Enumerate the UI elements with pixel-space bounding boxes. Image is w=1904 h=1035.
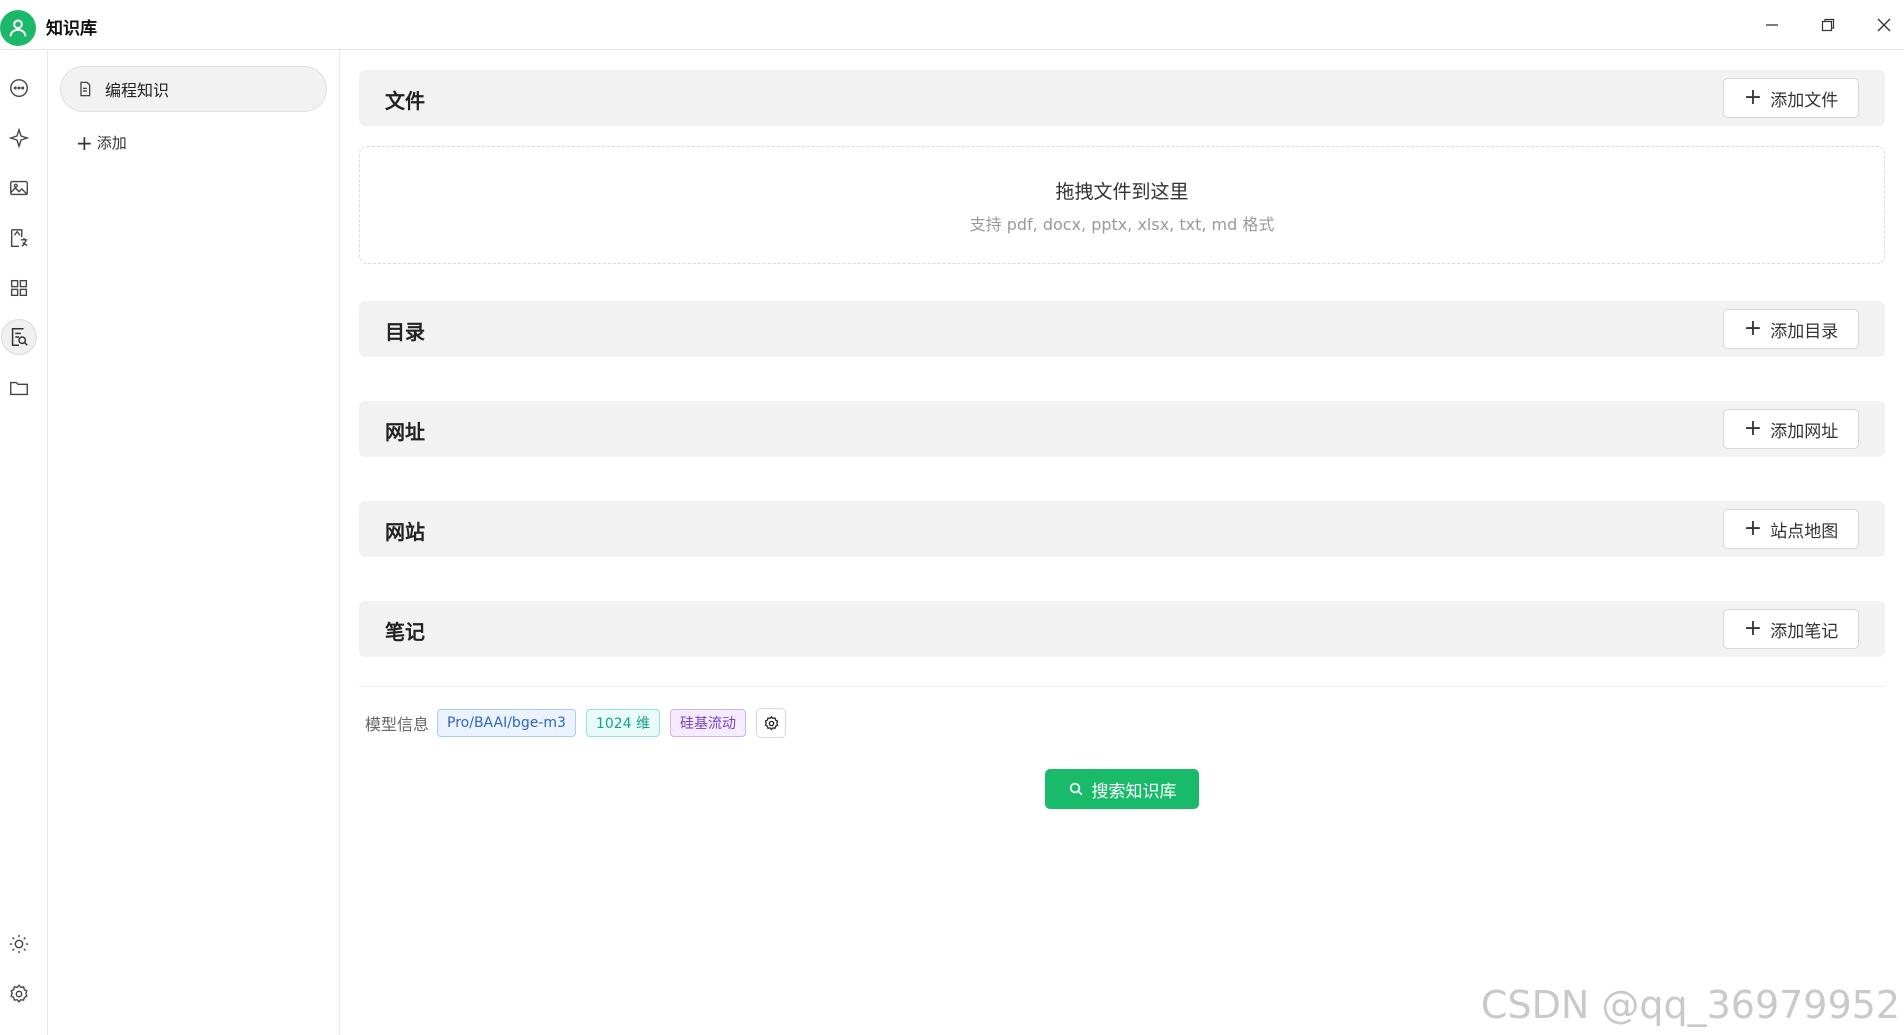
search-icon	[1069, 782, 1082, 796]
rail-item-knowledge[interactable]	[1, 319, 37, 355]
chat-icon	[10, 79, 28, 97]
add-kb-label: 添加	[96, 134, 127, 152]
add-knowledge-base-button[interactable]: + 添加	[76, 132, 127, 153]
search-button-label: 搜索知识库	[1091, 781, 1177, 802]
rail-item-settings[interactable]	[1, 976, 37, 1012]
section-title: 网址	[385, 420, 425, 444]
rail-item-image[interactable]	[1, 170, 37, 206]
rail-item-translate[interactable]	[1, 220, 37, 256]
section-title: 文件	[385, 89, 425, 113]
dropzone-subtitle: 支持 pdf, docx, pptx, xlsx, txt, md 格式	[969, 215, 1275, 234]
restore-icon	[1821, 18, 1835, 32]
rail-item-assistant[interactable]	[1, 120, 37, 156]
window-title: 知识库	[46, 19, 97, 39]
add-directory-button[interactable]: + 添加目录	[1723, 309, 1859, 349]
dropzone-title: 拖拽文件到这里	[1055, 181, 1189, 203]
section-directory: 目录 + 添加目录	[359, 301, 1885, 357]
add-url-button[interactable]: + 添加网址	[1723, 409, 1859, 449]
settings-icon	[10, 984, 28, 1003]
apps-icon	[10, 279, 28, 297]
sitemap-button[interactable]: + 站点地图	[1723, 509, 1859, 549]
title-bar: 知识库	[0, 0, 1904, 50]
section-title: 笔记	[385, 620, 425, 644]
close-button[interactable]	[1864, 10, 1904, 40]
dimension-tag: 1024 维	[585, 709, 661, 737]
section-website: 网站 + 站点地图	[359, 501, 1885, 557]
section-title: 网站	[385, 520, 425, 544]
sparkle-icon	[8, 127, 30, 149]
image-icon	[10, 180, 28, 196]
add-note-button[interactable]: + 添加笔记	[1723, 609, 1859, 649]
translate-icon	[10, 229, 28, 247]
add-url-label: 添加网址	[1770, 421, 1839, 442]
section-url: 网址 + 添加网址	[359, 401, 1885, 457]
search-knowledge-base-button[interactable]: 搜索知识库	[1045, 769, 1199, 809]
knowledge-base-list: 编程知识 + 添加	[48, 50, 340, 1035]
rail-item-apps[interactable]	[1, 270, 37, 306]
plus-icon: +	[1743, 85, 1763, 110]
rail-item-chat[interactable]	[1, 70, 37, 106]
add-file-label: 添加文件	[1770, 90, 1839, 111]
add-file-button[interactable]: + 添加文件	[1723, 78, 1859, 118]
sitemap-label: 站点地图	[1770, 521, 1839, 542]
add-note-label: 添加笔记	[1770, 621, 1839, 642]
main-content: 文件 + 添加文件 拖拽文件到这里 支持 pdf, docx, pptx, xl…	[341, 50, 1904, 1035]
kb-list-item[interactable]: 编程知识	[60, 66, 327, 112]
kb-item-label: 编程知识	[105, 81, 170, 100]
plus-icon: +	[76, 130, 93, 155]
sidebar-rail	[0, 50, 48, 1035]
plus-icon: +	[1743, 316, 1763, 341]
knowledge-icon	[11, 328, 28, 346]
plus-icon: +	[1743, 516, 1763, 541]
file-dropzone[interactable]: 拖拽文件到这里 支持 pdf, docx, pptx, xlsx, txt, m…	[359, 146, 1885, 264]
section-notes: 笔记 + 添加笔记	[359, 601, 1885, 657]
add-directory-label: 添加目录	[1770, 321, 1839, 342]
user-icon	[9, 19, 27, 37]
document-icon	[80, 81, 91, 97]
rail-item-files[interactable]	[1, 370, 37, 406]
provider-tag: 硅基流动	[670, 709, 747, 737]
gear-icon	[764, 715, 778, 730]
model-info-label: 模型信息	[365, 715, 430, 734]
model-info-row: 模型信息 Pro/BAAI/bge-m3 1024 维 硅基流动	[365, 708, 787, 738]
rail-item-theme[interactable]	[1, 926, 37, 962]
plus-icon: +	[1743, 616, 1763, 641]
watermark: CSDN @qq_36979952	[1480, 983, 1900, 1027]
divider	[359, 686, 1885, 687]
minimize-button[interactable]	[1752, 10, 1792, 40]
model-name-tag: Pro/BAAI/bge-m3	[437, 709, 576, 737]
theme-icon	[9, 934, 29, 954]
close-icon	[1877, 18, 1891, 32]
section-files: 文件 + 添加文件	[359, 70, 1885, 126]
folder-icon	[10, 381, 28, 396]
minimize-icon	[1766, 24, 1778, 26]
avatar[interactable]	[0, 10, 36, 46]
model-settings-button[interactable]	[756, 708, 787, 738]
section-title: 目录	[385, 320, 425, 344]
restore-button[interactable]	[1808, 10, 1848, 40]
plus-icon: +	[1743, 416, 1763, 441]
